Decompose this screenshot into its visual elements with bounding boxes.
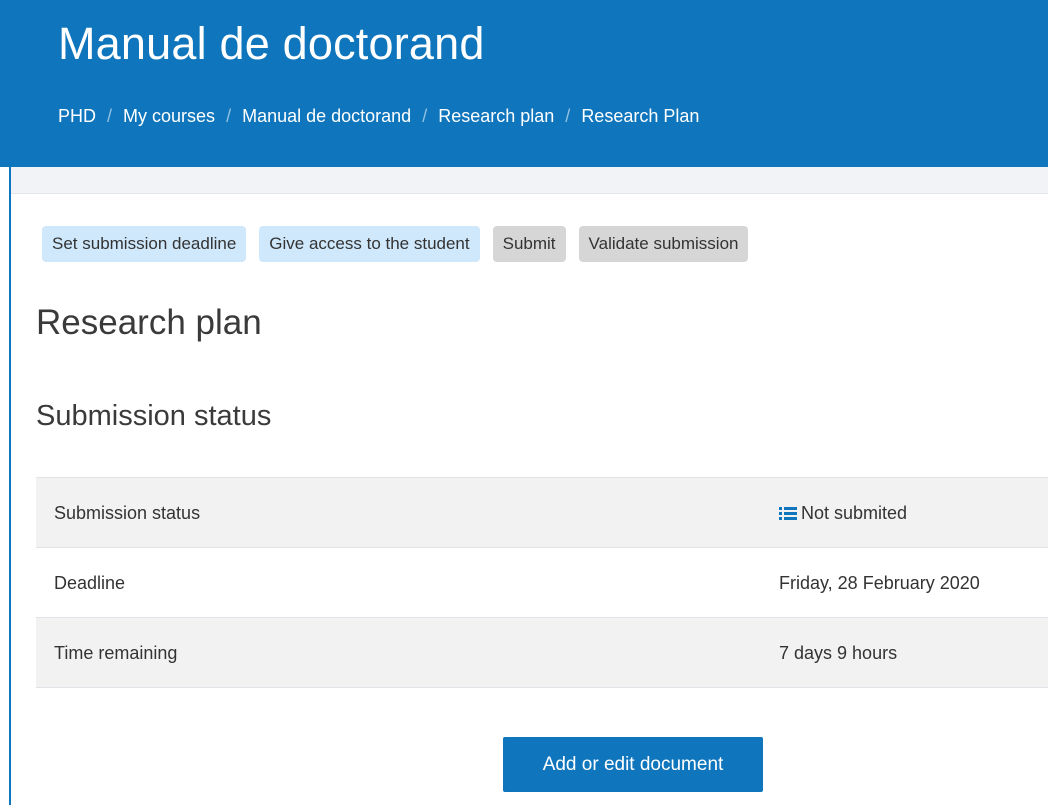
content-top-strip xyxy=(11,167,1048,194)
table-row: Time remaining 7 days 9 hours xyxy=(36,618,1048,688)
breadcrumb-item-section[interactable]: Research plan xyxy=(438,106,554,127)
table-row: Deadline Friday, 28 February 2020 xyxy=(36,548,1048,618)
row-value: Not submited xyxy=(779,503,907,524)
breadcrumb-separator: / xyxy=(107,106,113,126)
action-bar: Set submission deadline Give access to t… xyxy=(42,226,749,262)
breadcrumb-separator: / xyxy=(226,106,232,126)
course-header: Manual de doctorand PHD / My courses / M… xyxy=(0,0,1048,167)
section-title: Submission status xyxy=(36,400,272,432)
breadcrumb-item-course[interactable]: Manual de doctorand xyxy=(242,106,411,127)
content-left-border xyxy=(9,167,11,805)
set-deadline-button[interactable]: Set submission deadline xyxy=(42,226,247,262)
breadcrumb-item-phd[interactable]: PHD xyxy=(58,106,96,127)
deadline-value: Friday, 28 February 2020 xyxy=(779,573,980,593)
submission-status-table: Submission status Not submited Deadline … xyxy=(36,477,1048,688)
submission-status-value: Not submited xyxy=(801,503,908,523)
table-row: Submission status Not submited xyxy=(36,478,1048,548)
list-icon xyxy=(779,507,797,520)
submit-button[interactable]: Submit xyxy=(492,226,566,262)
validate-submission-button[interactable]: Validate submission xyxy=(578,226,749,262)
breadcrumb-separator: / xyxy=(565,106,571,126)
give-access-button[interactable]: Give access to the student xyxy=(259,226,480,262)
app-frame: Manual de doctorand PHD / My courses / M… xyxy=(0,0,1048,805)
add-edit-document-button[interactable]: Add or edit document xyxy=(503,737,763,792)
breadcrumb-separator: / xyxy=(422,106,428,126)
row-label: Submission status xyxy=(54,503,201,523)
time-remaining-value: 7 days 9 hours xyxy=(779,643,898,663)
row-label: Deadline xyxy=(54,573,126,593)
breadcrumb-item-my-courses[interactable]: My courses xyxy=(123,106,215,127)
breadcrumb-item-activity[interactable]: Research Plan xyxy=(581,106,699,127)
course-title: Manual de doctorand xyxy=(58,18,485,69)
page-title: Research plan xyxy=(36,303,262,342)
row-label: Time remaining xyxy=(54,643,178,663)
breadcrumb: PHD / My courses / Manual de doctorand /… xyxy=(58,106,699,127)
